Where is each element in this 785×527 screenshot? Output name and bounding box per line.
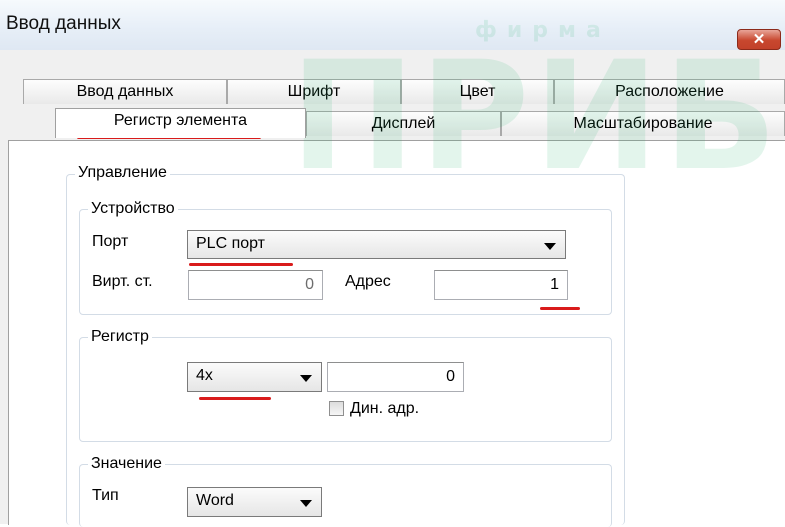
port-select[interactable]: PLC порт: [187, 230, 566, 259]
virt-station-label: Вирт. ст.: [92, 273, 153, 290]
tab-display[interactable]: Дисплей: [306, 111, 501, 136]
tab-color[interactable]: Цвет: [401, 79, 554, 104]
tab-scaling[interactable]: Масштабирование: [501, 111, 785, 136]
window-titlebar: Ввод данных ✕: [0, 0, 785, 51]
window-title: Ввод данных: [6, 13, 121, 34]
group-value: [79, 464, 612, 527]
tab-label: Ввод данных: [76, 83, 174, 100]
port-select-value: PLC порт: [196, 235, 266, 252]
dynamic-address-label: Дин. адр.: [350, 400, 420, 417]
tab-data-input[interactable]: Ввод данных: [23, 79, 227, 104]
annotation-underline-register: [199, 397, 271, 400]
group-device-label: Устройство: [88, 200, 178, 218]
tab-label: Расположение: [615, 83, 724, 100]
register-type-value: 4x: [196, 367, 213, 384]
address-label: Адрес: [345, 273, 391, 290]
chevron-down-icon: [300, 375, 312, 382]
tab-label: Регистр элемента: [113, 112, 248, 129]
address-value: 1: [550, 276, 559, 293]
value-type-value: Word: [196, 492, 234, 509]
group-register-label: Регистр: [88, 328, 152, 346]
dynamic-address-checkbox[interactable]: [329, 401, 344, 416]
tab-font[interactable]: Шрифт: [227, 79, 401, 104]
virt-station-value: 0: [305, 276, 314, 293]
value-type-label: Тип: [92, 487, 119, 504]
register-address-value: 0: [446, 368, 455, 385]
tab-label: Дисплей: [371, 115, 436, 132]
tab-label: Цвет: [459, 83, 496, 100]
tab-element-register[interactable]: Регистр элемента: [55, 108, 306, 138]
annotation-underline-port: [189, 263, 293, 266]
annotation-underline-address: [540, 307, 580, 310]
port-label: Порт: [92, 233, 129, 250]
tab-label: Масштабирование: [573, 115, 713, 132]
value-type-select[interactable]: Word: [187, 487, 322, 517]
address-field[interactable]: 1: [434, 270, 568, 300]
group-value-label: Значение: [88, 455, 165, 473]
chevron-down-icon: [544, 243, 556, 250]
close-icon: ✕: [752, 31, 766, 48]
register-type-select[interactable]: 4x: [187, 362, 322, 392]
virt-station-field[interactable]: 0: [188, 270, 323, 300]
chevron-down-icon: [300, 500, 312, 507]
tab-label: Шрифт: [287, 83, 341, 100]
tab-location[interactable]: Расположение: [554, 79, 785, 104]
group-control-label: Управление: [75, 164, 170, 182]
close-button[interactable]: ✕: [737, 29, 781, 50]
register-address-field[interactable]: 0: [327, 362, 464, 392]
